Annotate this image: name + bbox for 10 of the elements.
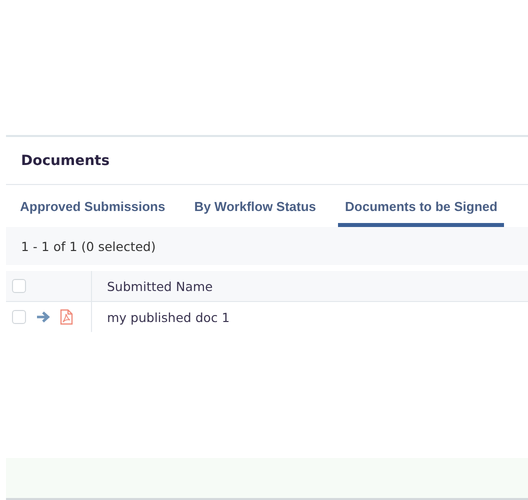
select-all-checkbox[interactable] [12, 279, 26, 293]
tab[interactable]: Approved Submissions [13, 185, 172, 227]
pdf-file-icon[interactable] [60, 309, 73, 325]
tab[interactable]: By Workflow Status [187, 185, 324, 227]
column-header[interactable]: Submitted Name [107, 278, 213, 294]
row-checkbox[interactable] [12, 310, 26, 324]
panel-title: Documents [21, 152, 110, 168]
selection-summary: 1 - 1 of 1 (0 selected) [21, 238, 156, 254]
arrow-right-icon[interactable] [36, 311, 50, 323]
document-name[interactable]: my published doc 1 [107, 310, 230, 324]
